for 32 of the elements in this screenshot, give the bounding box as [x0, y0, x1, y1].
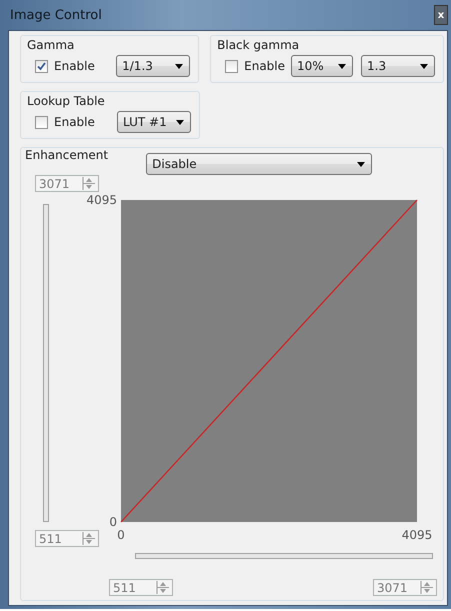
caret-icon	[175, 64, 184, 68]
dropdown[interactable]: 10%	[291, 55, 353, 77]
caret-icon	[357, 162, 366, 166]
axis-label: 0	[109, 515, 117, 529]
spinner-arrows-icon	[420, 581, 434, 594]
spinner-arrows-icon	[156, 581, 170, 594]
checkbox[interactable]	[35, 116, 48, 128]
axis-label: 4095	[86, 193, 117, 207]
slider-track[interactable]	[43, 204, 49, 522]
spinner-arrows-icon	[82, 177, 96, 190]
axis-label: 0	[117, 528, 125, 542]
checkbox-label: Enable	[54, 59, 95, 73]
axis-label: 4095	[402, 528, 432, 542]
spinner-arrows-icon	[82, 532, 96, 545]
caret-icon	[176, 120, 184, 124]
group-title: Black gamma	[217, 38, 300, 52]
window-title: Image Control	[9, 8, 102, 22]
dropdown[interactable]: 1.3	[361, 55, 435, 77]
group-title: Lookup Table	[27, 94, 106, 108]
checkbox[interactable]	[35, 60, 48, 72]
group-title: Gamma	[27, 38, 76, 52]
group-title: Enhancement	[25, 148, 108, 162]
slider-track[interactable]	[135, 553, 433, 559]
dropdown[interactable]: 1/1.3	[116, 55, 190, 77]
checkbox-label: Enable	[54, 115, 95, 129]
dropdown[interactable]: LUT #1	[117, 111, 191, 133]
dropdown[interactable]: Disable	[146, 153, 372, 175]
caret-icon	[338, 64, 346, 68]
caret-icon	[420, 64, 428, 68]
close-button[interactable]: x	[434, 5, 448, 25]
checkbox[interactable]	[225, 60, 238, 72]
checkbox-label: Enable	[244, 59, 285, 73]
